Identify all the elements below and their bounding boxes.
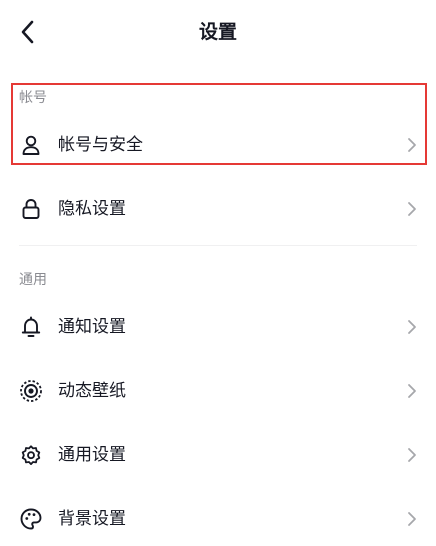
settings-item-label: 背景设置 — [58, 509, 126, 529]
settings-item-account-security[interactable]: 帐号与安全 — [0, 118, 436, 172]
chevron-right-icon — [405, 315, 419, 339]
palette-icon — [19, 507, 43, 531]
settings-item-label: 隐私设置 — [58, 199, 126, 219]
settings-item-label: 帐号与安全 — [58, 135, 143, 155]
settings-item-label: 通知设置 — [58, 317, 126, 337]
lock-icon — [19, 197, 43, 221]
settings-item-label: 动态壁纸 — [58, 381, 126, 401]
settings-page: 设置 帐号 帐号与安全 隐私设置 通用 通知设置 动态壁纸 通用设置 背景设置 — [0, 0, 436, 546]
settings-item-background[interactable]: 背景设置 — [0, 492, 436, 546]
chevron-right-icon — [405, 379, 419, 403]
settings-item-label: 通用设置 — [58, 445, 126, 465]
nav-bar: 设置 — [0, 0, 436, 64]
settings-item-live-wallpaper[interactable]: 动态壁纸 — [0, 364, 436, 418]
section-header-account: 帐号 — [19, 90, 47, 106]
section-header-general: 通用 — [19, 272, 47, 288]
page-title: 设置 — [198, 21, 237, 43]
bell-icon — [19, 315, 43, 339]
chevron-right-icon — [405, 197, 419, 221]
settings-item-privacy[interactable]: 隐私设置 — [0, 182, 436, 236]
chevron-right-icon — [405, 133, 419, 157]
settings-item-general[interactable]: 通用设置 — [0, 428, 436, 482]
chevron-right-icon — [405, 507, 419, 531]
settings-item-notifications[interactable]: 通知设置 — [0, 300, 436, 354]
chevron-right-icon — [405, 443, 419, 467]
gear-icon — [19, 443, 43, 467]
live-wallpaper-icon — [19, 379, 43, 403]
section-divider — [19, 245, 417, 246]
user-icon — [19, 133, 43, 157]
